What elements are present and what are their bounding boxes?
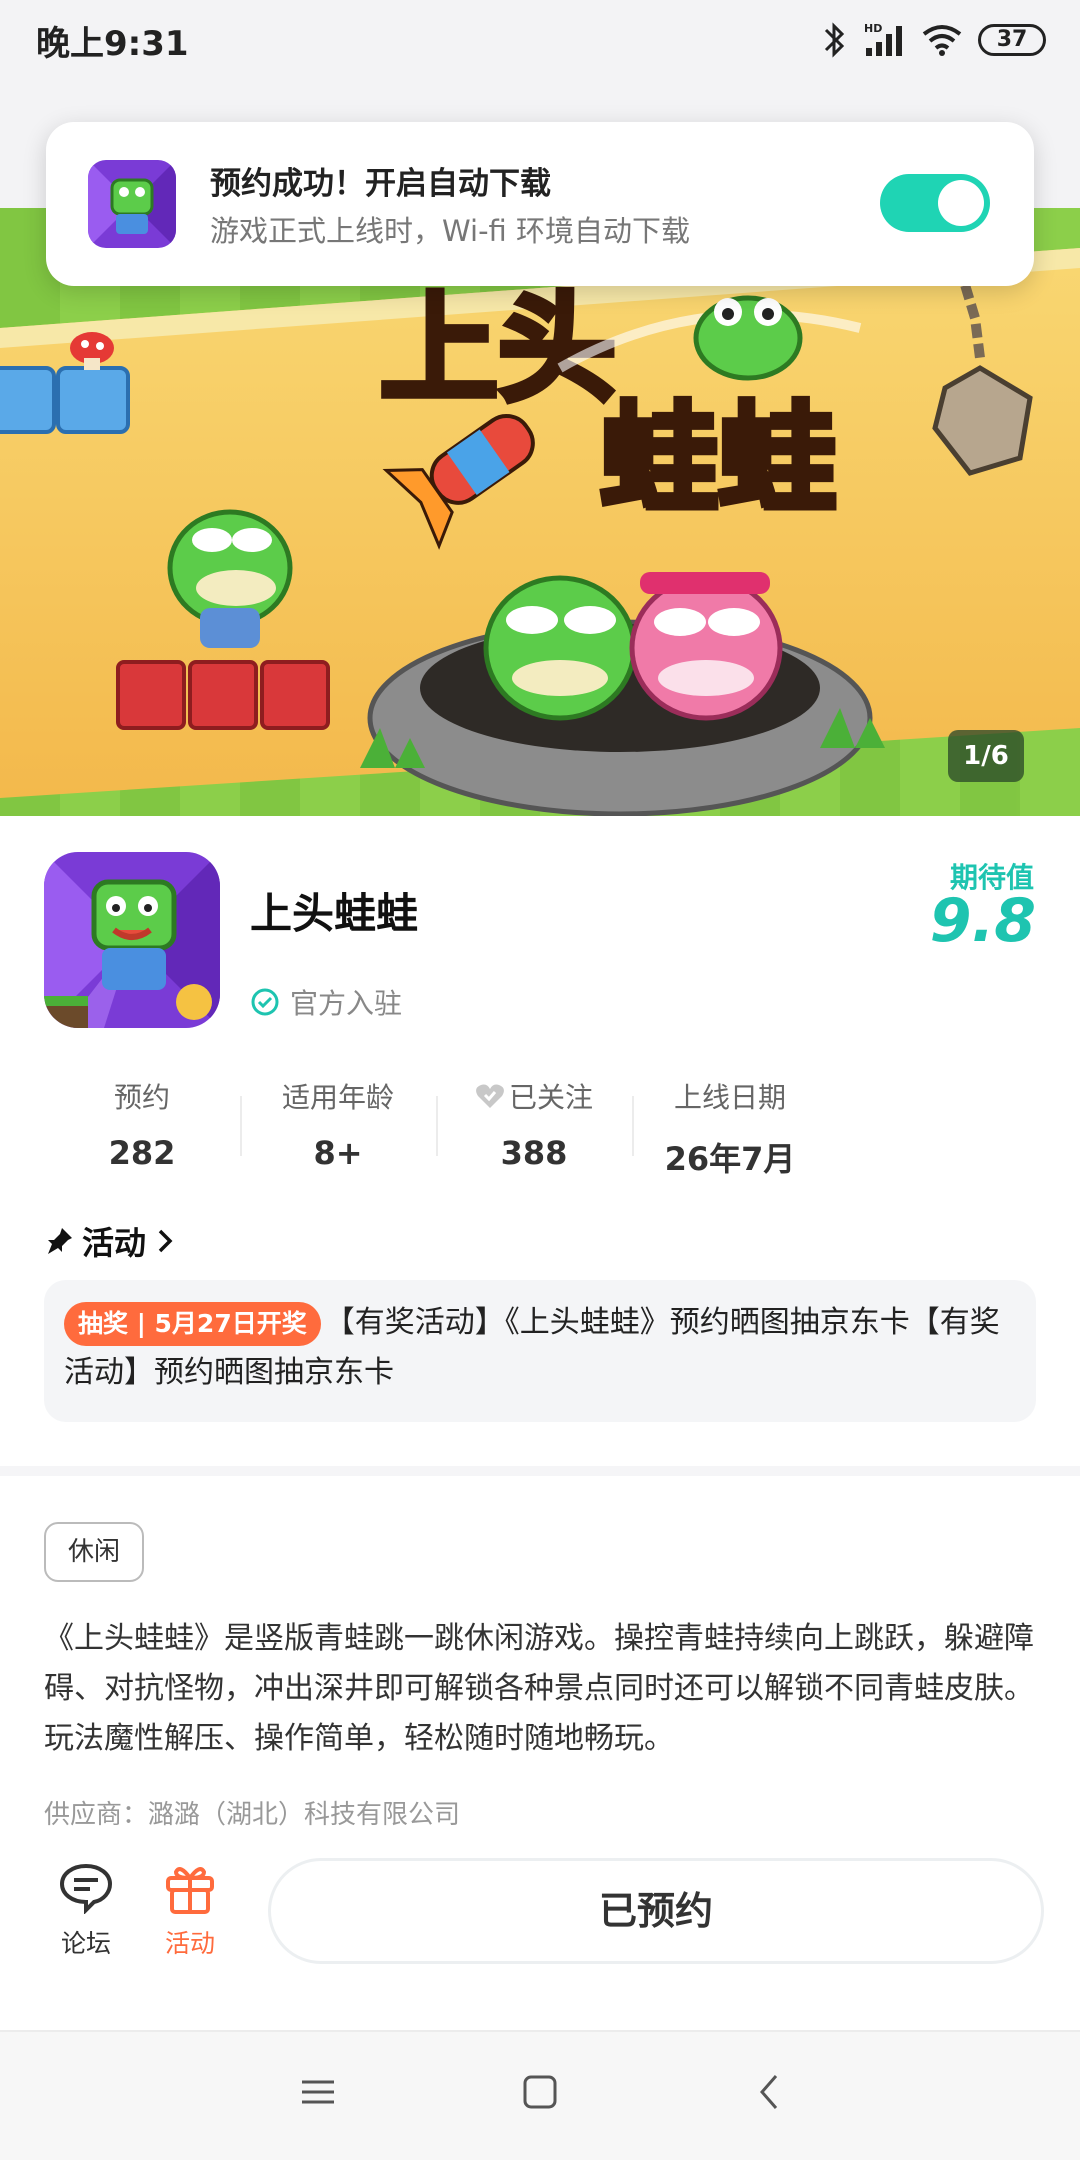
verified-check-icon — [251, 988, 279, 1016]
activity-card[interactable]: 抽奖 | 5月27日开奖 【有奖活动】《上头蛙蛙》预约晒图抽京东卡【有奖活动】预约… — [44, 1280, 1036, 1422]
status-icons: HD 37 — [822, 18, 1046, 62]
stat-value: 26年7月 — [664, 1140, 796, 1178]
stat-reservations: 预约 282 — [44, 1076, 240, 1180]
supplier-info: 供应商：潞潞（湖北）科技有限公司 — [44, 1800, 461, 1830]
banner-art: 上头 蛙蛙 — [0, 208, 1080, 816]
stat-value: 388 — [500, 1134, 568, 1172]
section-divider — [0, 1466, 1080, 1476]
bluetooth-icon — [824, 22, 845, 58]
auto-download-toggle[interactable] — [880, 174, 990, 232]
stats-row: 预约 282 适用年龄 8+ 已关注 388 上线日期 26年7月 — [44, 1076, 828, 1180]
banner-logo-line2: 蛙蛙 — [600, 390, 836, 528]
status-bar: 晚上9:31 HD 37 — [0, 0, 1080, 80]
system-navigation-bar — [0, 2030, 1080, 2160]
stat-label-text: 已关注 — [508, 1081, 593, 1114]
toggle-knob — [938, 180, 984, 226]
forum-button[interactable]: 论坛 — [36, 1862, 136, 1960]
home-icon[interactable] — [520, 2072, 560, 2112]
menu-icon[interactable] — [298, 2072, 338, 2112]
activity-section-header[interactable]: 活动 — [44, 1218, 178, 1264]
stat-value: 282 — [108, 1134, 176, 1172]
stat-age: 适用年龄 8+ — [240, 1076, 436, 1180]
stat-label-followed: 已关注 — [436, 1076, 632, 1116]
stat-followed[interactable]: 已关注 388 — [436, 1076, 632, 1180]
battery-indicator: 37 — [978, 24, 1046, 56]
game-description: 《上头蛙蛙》是竖版青蛙跳一跳休闲游戏。操控青蛙持续向上跳跃，躲避障碍、对抗怪物，… — [44, 1621, 1034, 1756]
status-time: 晚上9:31 — [36, 24, 189, 64]
lottery-pill[interactable]: 抽奖 | 5月27日开奖 — [64, 1301, 321, 1346]
banner-logo-line1: 上头 — [380, 280, 616, 418]
official-badge: 官方入驻 — [250, 982, 402, 1022]
forum-chat-icon — [59, 1863, 113, 1915]
app-name: 上头蛙蛙 — [250, 889, 419, 938]
genre-tag[interactable]: 休闲 — [44, 1522, 144, 1582]
signal-icon: HD — [864, 22, 902, 56]
activity-button[interactable]: 活动 — [140, 1862, 240, 1960]
activity-label: 活动 — [164, 1929, 215, 1958]
reservation-notification: 预约成功！开启自动下载 游戏正式上线时，Wi-fi 环境自动下载 — [46, 122, 1034, 286]
app-icon — [44, 852, 220, 1028]
stat-label: 预约 — [113, 1081, 170, 1114]
forum-label: 论坛 — [60, 1929, 111, 1958]
back-icon[interactable] — [750, 2072, 790, 2112]
notification-title: 预约成功！开启自动下载 — [210, 166, 551, 202]
notification-subtitle: 游戏正式上线时，Wi-fi 环境自动下载 — [210, 214, 691, 248]
stat-label: 适用年龄 — [281, 1081, 394, 1114]
notification-app-icon — [88, 160, 176, 248]
gift-icon — [166, 1867, 214, 1914]
stat-value: 8+ — [313, 1134, 363, 1172]
game-banner[interactable]: 上头 蛙蛙 1/6 — [0, 208, 1080, 816]
official-label: 官方入驻 — [290, 987, 403, 1020]
network-type-label: HD — [864, 22, 882, 35]
reserved-button[interactable]: 已预约 — [268, 1858, 1044, 1964]
stat-release-date: 上线日期 26年7月 — [632, 1076, 828, 1180]
banner-pager: 1/6 — [948, 730, 1024, 782]
activity-heading: 活动 — [82, 1224, 147, 1262]
heart-check-icon — [476, 1084, 504, 1108]
chevron-right-icon — [158, 1229, 173, 1253]
pin-icon — [48, 1228, 72, 1254]
expectation-value: 9.8 — [929, 886, 1036, 956]
stat-label: 上线日期 — [673, 1081, 786, 1114]
wifi-icon — [922, 25, 962, 56]
